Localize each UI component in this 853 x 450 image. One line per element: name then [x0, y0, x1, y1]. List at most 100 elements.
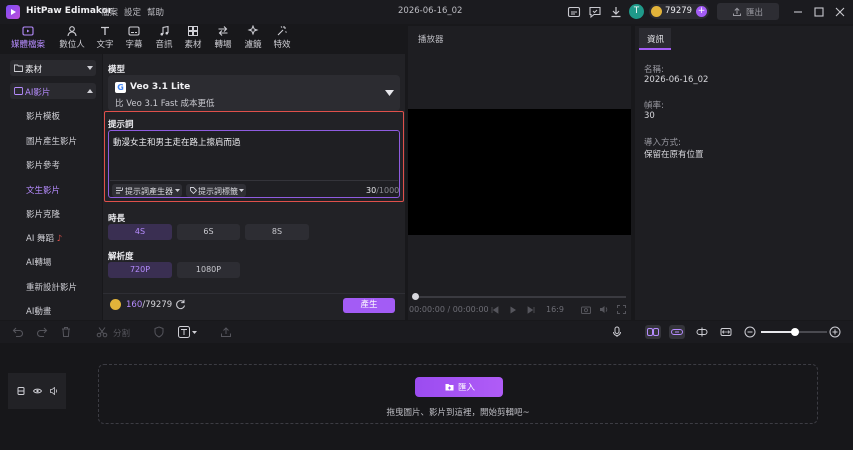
sidebar-item-image-to-video[interactable]: 圖片產生影片	[26, 135, 77, 147]
settings-divider	[103, 293, 405, 294]
track-header	[8, 373, 66, 409]
fullscreen-icon[interactable]	[617, 305, 626, 314]
chevron-down-icon	[385, 90, 394, 96]
aspect-ratio[interactable]: 16:9	[546, 305, 564, 314]
info-import-label: 導入方式:	[644, 138, 681, 148]
play-icon[interactable]	[509, 306, 517, 314]
prompt-label: 提示詞	[108, 120, 134, 130]
dance-icon: ♪	[56, 234, 63, 244]
export-button[interactable]: 匯出	[717, 3, 779, 20]
prev-frame-icon[interactable]	[491, 306, 499, 314]
microphone-icon[interactable]	[611, 326, 623, 338]
split-label[interactable]: 分割	[113, 327, 130, 339]
sidebar-item-ai-dance[interactable]: AI 舞蹈 ♪	[26, 232, 62, 244]
tab-effects[interactable]: 特效	[265, 25, 299, 51]
menu-settings[interactable]: 設定	[124, 6, 141, 18]
prompt-text: 動漫女主和男主走在路上擦肩而過	[113, 138, 241, 148]
export-clip-icon[interactable]	[220, 326, 232, 338]
tab-assets[interactable]: 素材	[176, 25, 210, 51]
import-button[interactable]: 匯入	[415, 377, 503, 397]
sidebar-item-video-clone[interactable]: 影片克隆	[26, 208, 60, 220]
model-select[interactable]: G Veo 3.1 Lite 比 Veo 3.1 Fast 成本更低	[108, 75, 400, 111]
speaker-icon[interactable]	[50, 387, 58, 395]
sidebar-item-text-to-video[interactable]: 文生影片	[26, 184, 60, 196]
avatar[interactable]: T	[629, 4, 644, 19]
zoom-in-icon[interactable]	[829, 326, 841, 338]
prompt-divider	[110, 180, 398, 181]
tab-transition[interactable]: 轉場	[206, 25, 240, 51]
minimize-icon[interactable]	[790, 4, 806, 20]
info-name-value: 2026-06-16_02	[644, 75, 709, 85]
folder-icon	[14, 64, 23, 72]
feedback-icon[interactable]	[588, 5, 602, 19]
credits-badge[interactable]: 79279 +	[649, 4, 709, 19]
duration-option-6s[interactable]: 6S	[177, 224, 240, 240]
prompt-tags-label: 提示詞標籤	[198, 186, 238, 196]
sidebar-item-redesign-video[interactable]: 重新設計影片	[26, 281, 77, 293]
char-max: /1000	[376, 186, 400, 195]
next-frame-icon[interactable]	[527, 306, 535, 314]
maximize-icon[interactable]	[811, 4, 827, 20]
caret-down-icon	[239, 189, 244, 192]
tab-avatar[interactable]: 數位人	[55, 25, 89, 51]
tab-label: 轉場	[214, 40, 232, 50]
coin-icon	[110, 299, 121, 310]
track-link-toggle[interactable]	[669, 325, 685, 339]
track-lock-icon[interactable]	[17, 387, 25, 395]
eye-icon[interactable]	[33, 387, 42, 395]
delete-icon[interactable]	[60, 326, 72, 338]
fit-width-icon[interactable]	[720, 326, 732, 338]
generate-button[interactable]: 產生	[343, 298, 395, 313]
player-time: 00:00:00 / 00:00:00	[409, 305, 489, 314]
shield-icon[interactable]	[153, 326, 165, 338]
player-progress-bar[interactable]	[414, 296, 626, 298]
menu-help[interactable]: 幫助	[147, 6, 164, 18]
text-dropdown[interactable]	[178, 326, 198, 338]
char-counter: 30/1000	[366, 186, 399, 195]
shortcut-icon[interactable]	[567, 5, 581, 19]
add-credits-icon[interactable]: +	[696, 6, 707, 17]
resolution-option-1080p[interactable]: 1080P	[177, 262, 240, 278]
tab-info[interactable]: 資訊	[639, 28, 671, 50]
tab-info-label: 資訊	[647, 35, 665, 45]
redo-icon[interactable]	[36, 326, 48, 338]
prompt-generator-label: 提示詞產生器	[125, 186, 173, 196]
menu-file[interactable]: 檔案	[101, 6, 118, 18]
cost-value: 160	[126, 300, 143, 310]
progress-handle[interactable]	[412, 293, 419, 300]
zoom-slider-handle[interactable]	[791, 328, 799, 336]
sidebar-group-ai-video[interactable]: AI影片	[10, 83, 96, 99]
sidebar-item-video-template[interactable]: 影片模板	[26, 110, 60, 122]
close-icon[interactable]	[832, 4, 848, 20]
duration-label: 時長	[108, 214, 126, 224]
volume-icon[interactable]	[599, 305, 609, 314]
tab-subtitle[interactable]: 字幕	[117, 25, 151, 51]
zoom-out-icon[interactable]	[744, 326, 756, 338]
prompt-generator-button[interactable]: 提示詞產生器	[112, 184, 182, 197]
download-icon[interactable]	[609, 5, 623, 19]
transition-icon	[218, 26, 228, 36]
resolution-option-720p[interactable]: 720P	[108, 262, 172, 278]
snapshot-icon[interactable]	[581, 305, 591, 314]
split-track-icon[interactable]	[696, 326, 708, 338]
prompt-tags-button[interactable]: 提示詞標籤	[186, 184, 246, 197]
media-icon	[22, 26, 34, 36]
duration-option-8s[interactable]: 8S	[245, 224, 309, 240]
magnet-snap-toggle[interactable]	[645, 325, 661, 339]
tab-media[interactable]: 媒體檔案	[11, 25, 45, 51]
video-preview[interactable]	[408, 109, 631, 235]
duration-option-4s[interactable]: 4S	[108, 224, 172, 240]
sidebar-item-ai-animation[interactable]: AI動畫	[26, 305, 51, 317]
sidebar-group-assets[interactable]: 素材	[10, 60, 96, 76]
scissors-icon[interactable]	[96, 326, 108, 338]
time-current: 00:00:00	[409, 305, 445, 314]
sidebar-item-ai-transition[interactable]: AI轉場	[26, 256, 51, 268]
refresh-icon[interactable]	[175, 299, 186, 310]
info-panel	[635, 26, 853, 320]
sidebar-item-video-reference[interactable]: 影片參考	[26, 159, 60, 171]
effects-icon	[277, 26, 287, 36]
undo-icon[interactable]	[12, 326, 24, 338]
prompt-input[interactable]: 動漫女主和男主走在路上擦肩而過 提示詞產生器 提示詞標籤 30/1000	[108, 130, 400, 198]
subtitle-icon	[128, 26, 140, 36]
coin-icon	[651, 6, 662, 17]
